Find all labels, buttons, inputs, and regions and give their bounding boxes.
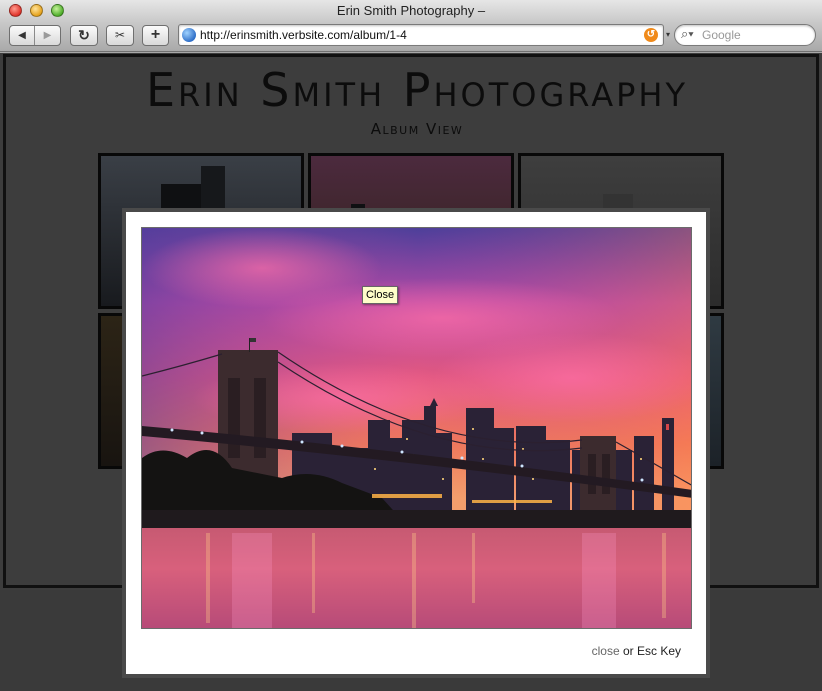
site-title: Erin Smith Photography	[145, 63, 689, 117]
search-placeholder[interactable]: Google	[702, 25, 741, 45]
close-link[interactable]: close	[592, 644, 620, 658]
lightbox-photo[interactable]	[141, 227, 692, 629]
address-bar-url[interactable]: http://erinsmith.verbsite.com/album/1-4	[200, 25, 407, 45]
snip-icon: ✂	[114, 28, 126, 42]
forward-button[interactable]: ▶	[35, 26, 60, 45]
window-titlebar: Erin Smith Photography –	[0, 0, 822, 22]
snapback-button[interactable]: ✂	[106, 25, 134, 46]
search-icon[interactable]: ⌕▾	[681, 26, 694, 42]
back-button[interactable]: ◀	[10, 26, 35, 45]
globe-icon	[182, 28, 196, 42]
back-forward-control: ◀ ▶	[9, 25, 61, 46]
window-title: Erin Smith Photography –	[336, 3, 486, 18]
zoom-window-button[interactable]	[51, 4, 64, 17]
page-viewport: Erin Smith Photography Album View close …	[0, 53, 822, 691]
back-icon: ◀	[18, 30, 26, 41]
reload-button[interactable]: ↻	[70, 25, 98, 46]
close-window-button[interactable]	[9, 4, 22, 17]
add-bookmark-button[interactable]: +	[142, 25, 169, 46]
close-tooltip: Close	[362, 286, 399, 304]
search-field[interactable]: ⌕▾ Google	[674, 24, 816, 46]
site-subtitle: Album View	[370, 120, 464, 138]
forward-icon: ▶	[43, 30, 52, 41]
footer-hint: or Esc Key	[619, 644, 681, 658]
lightbox-footer: close or Esc Key	[592, 644, 681, 658]
reload-icon: ↻	[78, 27, 90, 43]
address-dropdown-icon[interactable]: ▾	[666, 30, 670, 39]
address-bar[interactable]: http://erinsmith.verbsite.com/album/1-4 …	[178, 24, 664, 46]
brooklyn-bridge-photo	[142, 228, 691, 628]
rss-icon[interactable]: ↺	[644, 28, 658, 42]
minimize-window-button[interactable]	[30, 4, 43, 17]
add-bookmark-icon: +	[150, 26, 161, 43]
lightbox-dialog: close or Esc Key	[122, 208, 710, 678]
